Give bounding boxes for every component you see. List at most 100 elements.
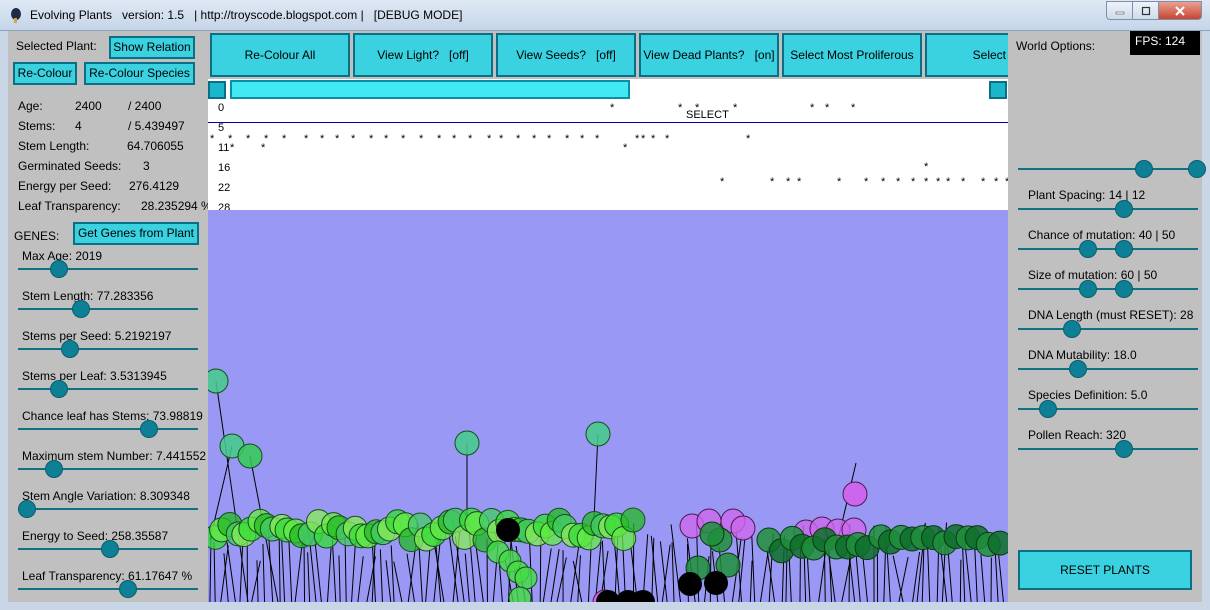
world-slider-knob[interactable] — [1135, 160, 1153, 178]
gene-slider-track[interactable] — [18, 588, 198, 590]
setting-slider-knob[interactable] — [1115, 200, 1133, 218]
gene-slider-knob[interactable] — [50, 260, 69, 278]
setting-slider-knob[interactable] — [1079, 280, 1097, 298]
species-marker: * — [651, 133, 656, 145]
stat-value: 276.4129 — [129, 179, 180, 193]
show-relation-button[interactable]: Show Relation — [109, 36, 195, 59]
recolour-all-button[interactable]: Re-Colour All — [210, 33, 350, 77]
setting-slider-track[interactable] — [1018, 208, 1198, 210]
gene-slider-knob[interactable] — [61, 340, 80, 358]
gene-label: Stems per Leaf: 3.5313945 — [22, 369, 167, 383]
get-genes-button[interactable]: Get Genes from Plant — [73, 222, 199, 245]
setting-slider-track[interactable] — [1018, 368, 1198, 370]
gene-slider-track[interactable] — [18, 308, 198, 310]
setting-slider-knob[interactable] — [1063, 320, 1081, 338]
select-p-button[interactable]: Select P — [925, 33, 1008, 77]
gene-label: Leaf Transparency: 61.17647 % — [22, 569, 193, 583]
select-label: SELECT — [686, 109, 729, 121]
species-list[interactable]: SELECT 0 5 11 16 22 28 * * * * * * * * * * * * * * * * * * * * * * *… — [208, 101, 1008, 210]
recolour-button[interactable]: Re-Colour — [13, 62, 77, 85]
view-light-button[interactable]: View Light? [off] — [353, 33, 493, 77]
setting-label: Size of mutation: 60 | 50 — [1028, 268, 1158, 282]
stat-value: 3 — [143, 159, 150, 173]
world-slider-knob-2[interactable] — [1188, 160, 1206, 178]
gene-slider-knob[interactable] — [72, 300, 90, 318]
select-most-proliferous-button[interactable]: Select Most Proliferous — [782, 33, 922, 77]
close-icon — [1175, 5, 1185, 16]
stat-max: / 5.439497 — [128, 119, 185, 133]
setting-slider-knob[interactable] — [1115, 280, 1133, 298]
scroll-right-handle[interactable] — [989, 81, 1007, 99]
reset-plants-button[interactable]: RESET PLANTS — [1018, 550, 1192, 590]
fps-counter: FPS: 124 — [1130, 31, 1200, 55]
species-marker: * — [419, 133, 424, 145]
species-marker: * — [623, 142, 628, 154]
gene-slider-track[interactable] — [18, 508, 198, 510]
button-label: View Dead Plants? — [643, 48, 745, 62]
species-marker: * — [595, 133, 600, 145]
setting-slider-track[interactable] — [1018, 248, 1198, 250]
stat-value: 28.235294 % — [141, 199, 212, 213]
gene-slider-knob[interactable] — [140, 420, 159, 438]
minimize-icon — [1115, 11, 1124, 14]
button-state: [on] — [754, 48, 775, 62]
gene-slider-knob[interactable] — [50, 380, 69, 398]
genes-label: GENES: — [14, 229, 60, 243]
maximize-button[interactable] — [1132, 1, 1158, 20]
species-marker: * — [746, 133, 751, 145]
plant-leaf-purple — [730, 515, 756, 541]
button-label: Select Most Proliferous — [790, 48, 914, 62]
setting-slider-knob[interactable] — [1039, 400, 1057, 418]
button-label: Re-Colour All — [244, 48, 316, 62]
setting-slider-track[interactable] — [1018, 448, 1198, 450]
gene-slider-track[interactable] — [18, 268, 198, 270]
setting-slider-knob[interactable] — [1115, 240, 1133, 258]
view-dead-plants-button[interactable]: View Dead Plants? [on] — [639, 33, 779, 77]
species-marker: * — [335, 133, 340, 145]
species-marker: * — [487, 133, 492, 145]
selected-plant-label: Selected Plant: — [16, 39, 97, 53]
gene-label: Stem Length: 77.283356 — [22, 289, 154, 303]
species-marker: * — [499, 133, 504, 145]
gene-slider-track[interactable] — [18, 428, 198, 430]
setting-slider-knob[interactable] — [1115, 440, 1133, 458]
species-marker: * — [981, 176, 986, 188]
plant-leaf-tall — [585, 421, 611, 447]
plant-leaf-low — [514, 566, 538, 590]
plant-world[interactable] — [202, 210, 1013, 610]
setting-slider-knob[interactable] — [1069, 360, 1087, 378]
minimize-button[interactable] — [1106, 1, 1132, 20]
species-marker: * — [678, 102, 683, 114]
world-slider-track[interactable] — [1018, 168, 1202, 170]
world-canvas — [202, 210, 1013, 610]
stat-label: Energy per Seed: — [18, 179, 112, 193]
setting-slider-knob[interactable] — [1079, 240, 1097, 258]
gene-slider-knob[interactable] — [100, 540, 119, 558]
scroll-left-handle[interactable] — [208, 81, 226, 99]
species-marker: * — [210, 133, 215, 145]
gene-slider-track[interactable] — [18, 348, 198, 350]
close-button[interactable] — [1158, 1, 1202, 20]
species-marker: * — [547, 133, 552, 145]
recolour-species-button[interactable]: Re-Colour Species — [84, 62, 195, 85]
world-options-label: World Options: — [1016, 39, 1096, 53]
gene-slider-track[interactable] — [18, 388, 198, 390]
view-seeds-button[interactable]: View Seeds? [off] — [496, 33, 636, 77]
species-line-number: 5 — [218, 122, 225, 134]
species-marker: * — [881, 176, 886, 188]
button-label: View Light? — [377, 48, 440, 62]
gene-slider-knob[interactable] — [18, 500, 36, 518]
setting-slider-track[interactable] — [1018, 288, 1198, 290]
species-scrollbar[interactable] — [230, 80, 630, 99]
stat-max: / 2400 — [128, 99, 162, 113]
species-scroll — [208, 79, 1008, 101]
setting-slider-track[interactable] — [1018, 328, 1198, 330]
gene-slider-knob[interactable] — [45, 460, 63, 478]
gene-label: Energy to Seed: 258.35587 — [22, 529, 169, 543]
gene-slider-knob[interactable] — [118, 580, 137, 598]
title-bar[interactable]: Evolving Plants version: 1.5 | http://tr… — [0, 0, 1210, 31]
species-marker: * — [635, 133, 640, 145]
plant-leaf-tall — [203, 368, 229, 394]
species-marker: * — [384, 133, 389, 145]
species-marker: * — [230, 142, 235, 154]
